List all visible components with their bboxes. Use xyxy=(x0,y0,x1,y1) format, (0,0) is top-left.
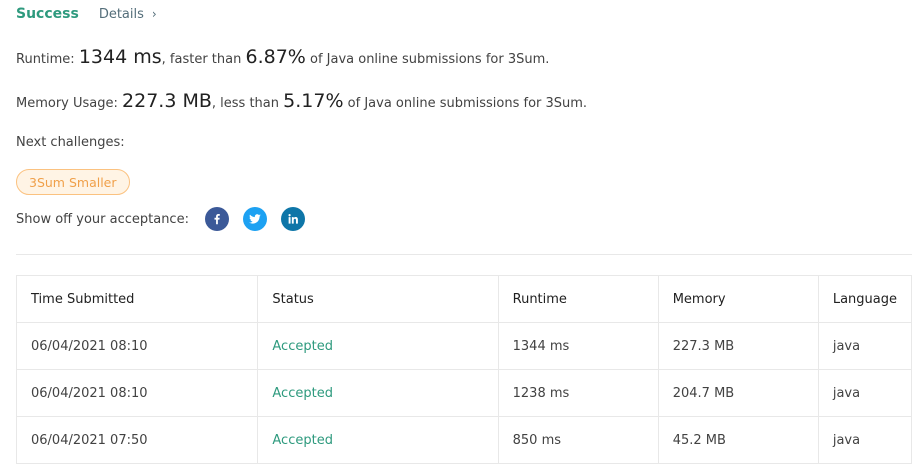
col-memory: Memory xyxy=(657,275,819,323)
memory-percent: 5.17% xyxy=(283,90,344,112)
runtime-label: Runtime: xyxy=(16,52,75,67)
table-row: 06/04/2021 08:10 Accepted 1238 ms 204.7 … xyxy=(15,369,913,417)
details-label: Details xyxy=(98,6,144,22)
col-runtime: Runtime xyxy=(497,275,659,323)
cell-language: java xyxy=(817,322,913,370)
details-link[interactable]: Details › xyxy=(99,7,157,22)
submissions-table: Time Submitted Status Runtime Memory Lan… xyxy=(15,275,913,464)
table-row: 06/04/2021 07:50 Accepted 850 ms 45.2 MB… xyxy=(15,416,913,464)
share-label: Show off your acceptance: xyxy=(16,212,189,227)
runtime-value: 1344 ms xyxy=(78,46,162,68)
cell-language: java xyxy=(817,416,913,464)
memory-summary: Memory Usage: 227.3 MB, less than 5.17% … xyxy=(16,90,587,112)
cell-runtime: 850 ms xyxy=(497,416,659,464)
col-status: Status xyxy=(257,275,499,323)
linkedin-icon[interactable] xyxy=(281,207,305,231)
runtime-suffix: of Java online submissions for 3Sum. xyxy=(309,52,550,67)
status-title: Success xyxy=(16,6,79,22)
divider xyxy=(16,254,912,255)
twitter-icon[interactable] xyxy=(243,207,267,231)
col-time-submitted: Time Submitted xyxy=(15,275,259,323)
runtime-summary: Runtime: 1344 ms, faster than 6.87% of J… xyxy=(16,46,549,68)
next-challenges-label: Next challenges: xyxy=(16,135,125,150)
memory-suffix: of Java online submissions for 3Sum. xyxy=(347,96,588,111)
cell-time: 06/04/2021 08:10 xyxy=(15,322,259,370)
cell-runtime: 1344 ms xyxy=(497,322,659,370)
col-language: Language xyxy=(817,275,913,323)
cell-status-link[interactable]: Accepted xyxy=(257,416,499,464)
cell-memory: 45.2 MB xyxy=(657,416,819,464)
cell-status-link[interactable]: Accepted xyxy=(257,369,499,417)
chevron-right-icon: › xyxy=(151,7,157,21)
runtime-mid: , faster than xyxy=(161,52,242,67)
cell-time: 06/04/2021 08:10 xyxy=(15,369,259,417)
table-row: 06/04/2021 08:10 Accepted 1344 ms 227.3 … xyxy=(15,322,913,370)
memory-value: 227.3 MB xyxy=(122,90,212,112)
cell-time: 06/04/2021 07:50 xyxy=(15,416,259,464)
challenge-tag[interactable]: 3Sum Smaller xyxy=(16,169,130,195)
table-header-row: Time Submitted Status Runtime Memory Lan… xyxy=(15,275,913,323)
cell-runtime: 1238 ms xyxy=(497,369,659,417)
memory-label: Memory Usage: xyxy=(16,96,118,111)
memory-mid: , less than xyxy=(211,96,280,111)
result-header: Success Details › xyxy=(16,6,157,22)
cell-memory: 227.3 MB xyxy=(657,322,819,370)
facebook-icon[interactable] xyxy=(205,207,229,231)
cell-memory: 204.7 MB xyxy=(657,369,819,417)
runtime-percent: 6.87% xyxy=(245,46,306,68)
cell-language: java xyxy=(817,369,913,417)
cell-status-link[interactable]: Accepted xyxy=(257,322,499,370)
